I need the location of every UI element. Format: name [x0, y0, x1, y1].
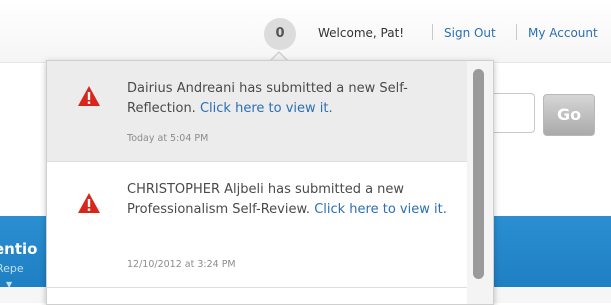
notification-text: Dairius Andreani has submitted a new Sel… [127, 79, 457, 119]
notification-text: CHRISTOPHER Aljbeli has submitted a new … [127, 180, 457, 220]
band-title: entio [0, 240, 38, 258]
header-separator [432, 24, 433, 40]
notification-count-badge[interactable]: 0 [264, 18, 296, 50]
notification-item[interactable]: Dairius Andreani has submitted a new Sel… [47, 61, 467, 161]
my-account-link[interactable]: My Account [528, 26, 598, 40]
view-notification-link[interactable]: Click here to view it. [314, 202, 447, 217]
notification-timestamp: 12/10/2012 at 3:24 PM [127, 259, 236, 270]
warning-icon [78, 193, 100, 213]
notification-timestamp: Today at 5:04 PM [127, 133, 209, 144]
top-bar [0, 0, 611, 63]
divider [47, 287, 467, 288]
notification-item[interactable]: CHRISTOPHER Aljbeli has submitted a new … [47, 162, 467, 287]
header-separator [516, 24, 517, 40]
go-button[interactable]: Go [543, 94, 595, 136]
view-notification-link[interactable]: Click here to view it. [200, 101, 333, 116]
notifications-dropdown: Dairius Andreani has submitted a new Sel… [46, 60, 494, 305]
welcome-text: Welcome, Pat! [318, 26, 405, 40]
band-subtitle: Repe [0, 262, 24, 275]
sign-out-link[interactable]: Sign Out [444, 26, 496, 40]
warning-icon [78, 86, 100, 106]
scrollbar-thumb[interactable] [473, 69, 484, 279]
